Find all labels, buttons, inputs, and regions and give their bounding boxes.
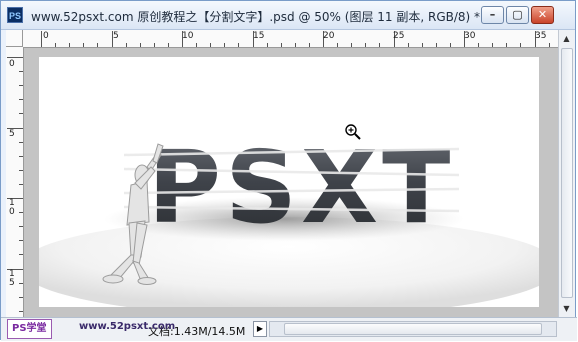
ruler-tick	[167, 43, 169, 47]
ruler-tick	[19, 212, 23, 214]
window-title: www.52psxt.com 原创教程之【分割文字】.psd @ 50% (图层…	[31, 10, 481, 24]
ruler-tick	[19, 99, 23, 101]
artwork-text: PSXT	[148, 129, 455, 246]
ruler-label: 30	[464, 31, 476, 41]
ruler-tick	[435, 43, 437, 47]
ruler-tick	[55, 43, 57, 47]
ruler-tick	[294, 43, 296, 47]
ruler-label: 10	[182, 31, 194, 41]
ruler-vertical[interactable]: 0 5 10 15	[6, 47, 24, 317]
ruler-label: 5	[113, 31, 119, 41]
maximize-button[interactable]: ▢	[506, 6, 529, 24]
ruler-tick	[365, 43, 367, 47]
canvas-area[interactable]: PSXT	[24, 48, 558, 317]
ruler-tick	[7, 57, 23, 58]
minimize-button[interactable]: –	[481, 6, 504, 24]
ruler-tick	[449, 43, 451, 47]
photoshop-icon: PS	[7, 7, 23, 23]
ruler-label: 20	[323, 31, 335, 41]
ruler-label: 15	[253, 31, 265, 41]
ruler-tick	[19, 226, 23, 228]
ruler-tick	[19, 296, 23, 298]
ruler-tick	[379, 43, 381, 47]
vertical-scrollbar[interactable]: ▲ ▼	[558, 30, 575, 318]
ruler-tick	[19, 155, 23, 157]
ruler-origin[interactable]	[6, 30, 23, 47]
ruler-tick	[506, 43, 508, 47]
ruler-tick	[238, 43, 240, 47]
ruler-tick	[407, 43, 409, 47]
ruler-tick	[19, 113, 23, 115]
ruler-tick	[280, 43, 282, 47]
ruler-horizontal[interactable]: 0 5 10 15 20 25 30 35	[23, 30, 558, 48]
close-button[interactable]: ✕	[531, 6, 554, 24]
ruler-tick	[196, 43, 198, 47]
vertical-scroll-thumb[interactable]	[561, 48, 573, 298]
document-window: PS www.52psxt.com 原创教程之【分割文字】.psd @ 50% …	[0, 0, 577, 341]
ruler-tick	[83, 43, 85, 47]
ruler-tick	[19, 282, 23, 284]
ruler-tick	[97, 43, 99, 47]
ruler-label: 0	[9, 59, 15, 69]
ruler-tick	[19, 240, 23, 242]
ruler-tick	[210, 43, 212, 47]
artwork: PSXT	[39, 57, 539, 307]
ruler-tick	[520, 43, 522, 47]
ruler-tick	[139, 43, 141, 47]
ruler-tick	[548, 43, 550, 47]
ruler-label: 10	[9, 198, 15, 217]
ruler-tick	[308, 43, 310, 47]
horizontal-scrollbar[interactable]	[269, 321, 557, 337]
scroll-down-icon[interactable]: ▼	[559, 301, 574, 316]
status-menu-arrow-icon[interactable]: ▶	[253, 321, 267, 337]
watermark-url: www.52psxt.com	[79, 321, 176, 332]
ruler-label: 25	[393, 31, 405, 41]
watermark-logo: PS学堂	[7, 319, 52, 339]
ruler-tick	[478, 43, 480, 47]
ruler-tick	[337, 43, 339, 47]
ruler-label: 5	[9, 129, 15, 139]
ruler-tick	[351, 43, 353, 47]
ruler-tick	[19, 310, 23, 312]
ruler-label: 0	[43, 31, 49, 41]
horizontal-scroll-thumb[interactable]	[284, 323, 542, 335]
ruler-tick	[19, 85, 23, 87]
ruler-tick	[224, 43, 226, 47]
ruler-tick	[19, 141, 23, 143]
ruler-label: 35	[535, 31, 547, 41]
ruler-tick	[41, 31, 42, 47]
ruler-tick	[69, 43, 71, 47]
ruler-tick	[19, 71, 23, 73]
scroll-up-icon[interactable]: ▲	[559, 31, 574, 46]
title-bar[interactable]: PS www.52psxt.com 原创教程之【分割文字】.psd @ 50% …	[1, 1, 575, 30]
zoom-in-icon	[345, 124, 361, 140]
ruler-tick	[19, 169, 23, 171]
ruler-tick	[19, 254, 23, 256]
ruler-tick	[421, 43, 423, 47]
ruler-tick	[19, 183, 23, 185]
document-canvas[interactable]: PSXT	[39, 57, 539, 307]
ruler-tick	[492, 43, 494, 47]
ruler-tick	[153, 43, 155, 47]
ruler-tick	[125, 43, 127, 47]
ruler-label: 15	[9, 269, 15, 288]
ruler-tick	[266, 43, 268, 47]
